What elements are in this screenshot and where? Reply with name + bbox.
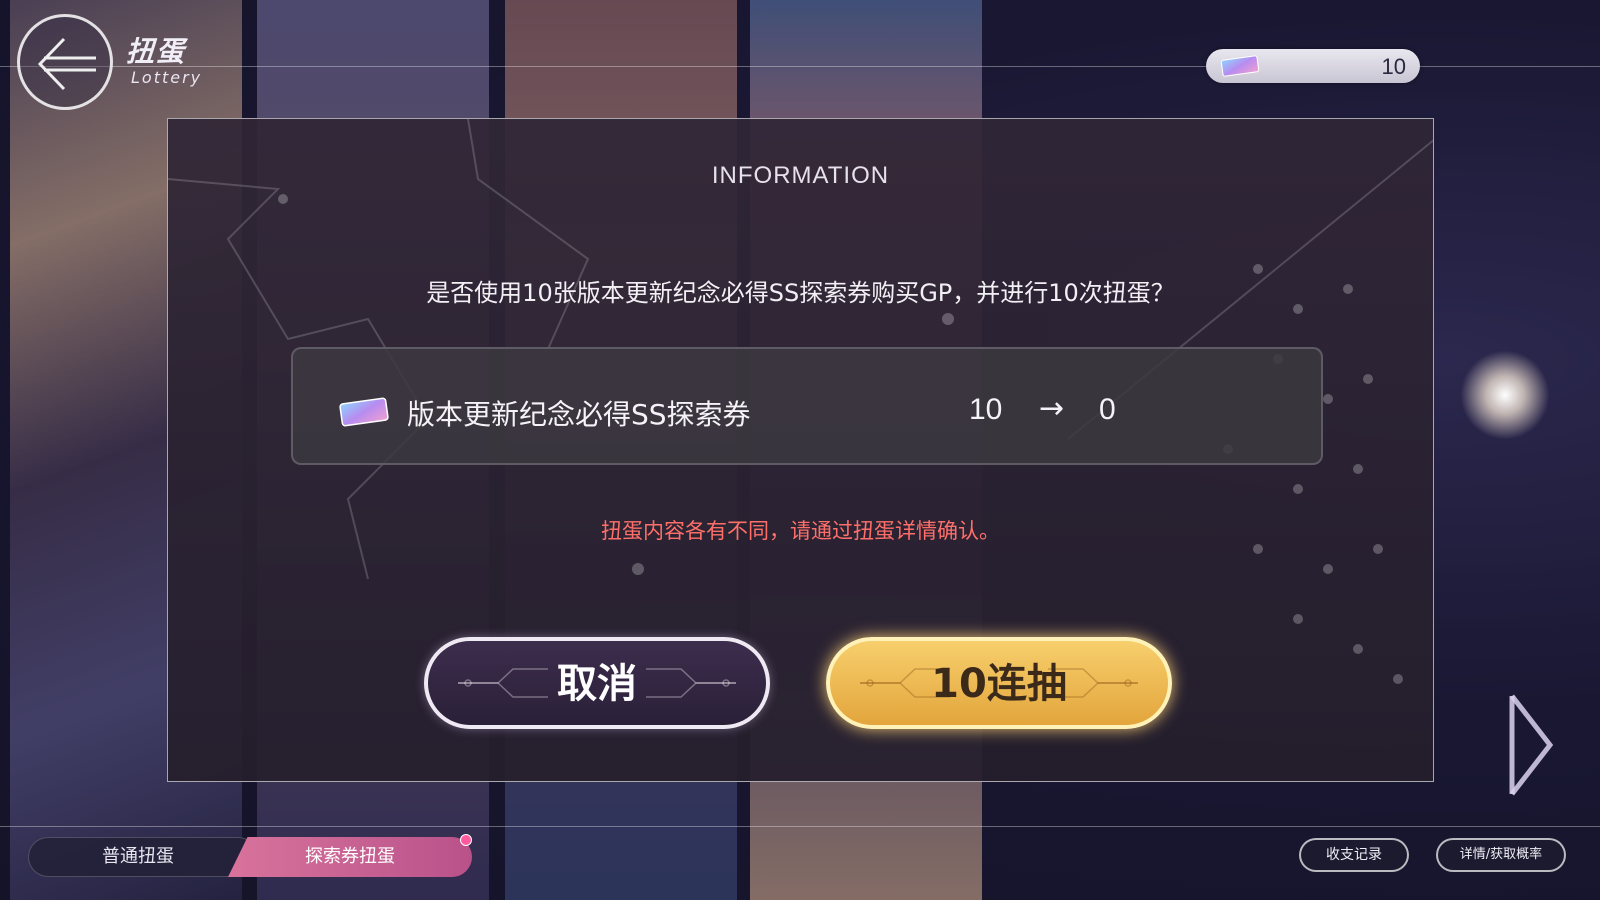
ticket-icon [339,397,389,427]
draw-10-button[interactable]: 10连抽 [826,637,1172,729]
item-count-before: 10 [969,393,1003,426]
tab-normal-gacha[interactable]: 普通扭蛋 [28,837,258,877]
dialog-title: INFORMATION [711,162,890,189]
back-arrow-icon [37,37,96,91]
ticket-count: 10 [1381,54,1406,79]
back-button[interactable] [17,14,113,110]
star-glow [1460,350,1550,440]
history-button[interactable]: 收支记录 [1299,838,1409,872]
cost-row: 版本更新纪念必得SS探索券 10 → 0 [291,347,1323,465]
confirm-dialog: INFORMATION 是否使用10张版本更新纪念必得SS探索券购买GP，并进行… [167,118,1434,782]
page-subtitle: Lottery [131,68,203,87]
warning-text: 扭蛋内容各有不同，请通过扭蛋详情确认。 [601,519,1000,543]
page-title: 扭蛋 [126,35,187,68]
item-name: 版本更新纪念必得SS探索券 [407,398,751,431]
draw-10-button-label: 10连抽 [931,661,1067,707]
details-rates-button[interactable]: 详情/获取概率 [1436,838,1566,872]
notification-dot [460,834,472,846]
cancel-button[interactable]: 取消 [424,637,770,729]
cancel-button-label: 取消 [557,661,637,707]
ticket-icon [1220,55,1260,77]
dialog-question: 是否使用10张版本更新纪念必得SS探索券购买GP，并进行10次扭蛋？ [426,279,1175,307]
ticket-counter: 10 [1206,49,1420,83]
tab-ticket-gacha[interactable]: 探索券扭蛋 [228,837,472,877]
item-count-after: 0 [1099,393,1116,426]
next-arrow-icon[interactable] [1506,690,1556,800]
guide-line [0,826,1600,827]
arrow-right-icon: → [1039,391,1065,426]
